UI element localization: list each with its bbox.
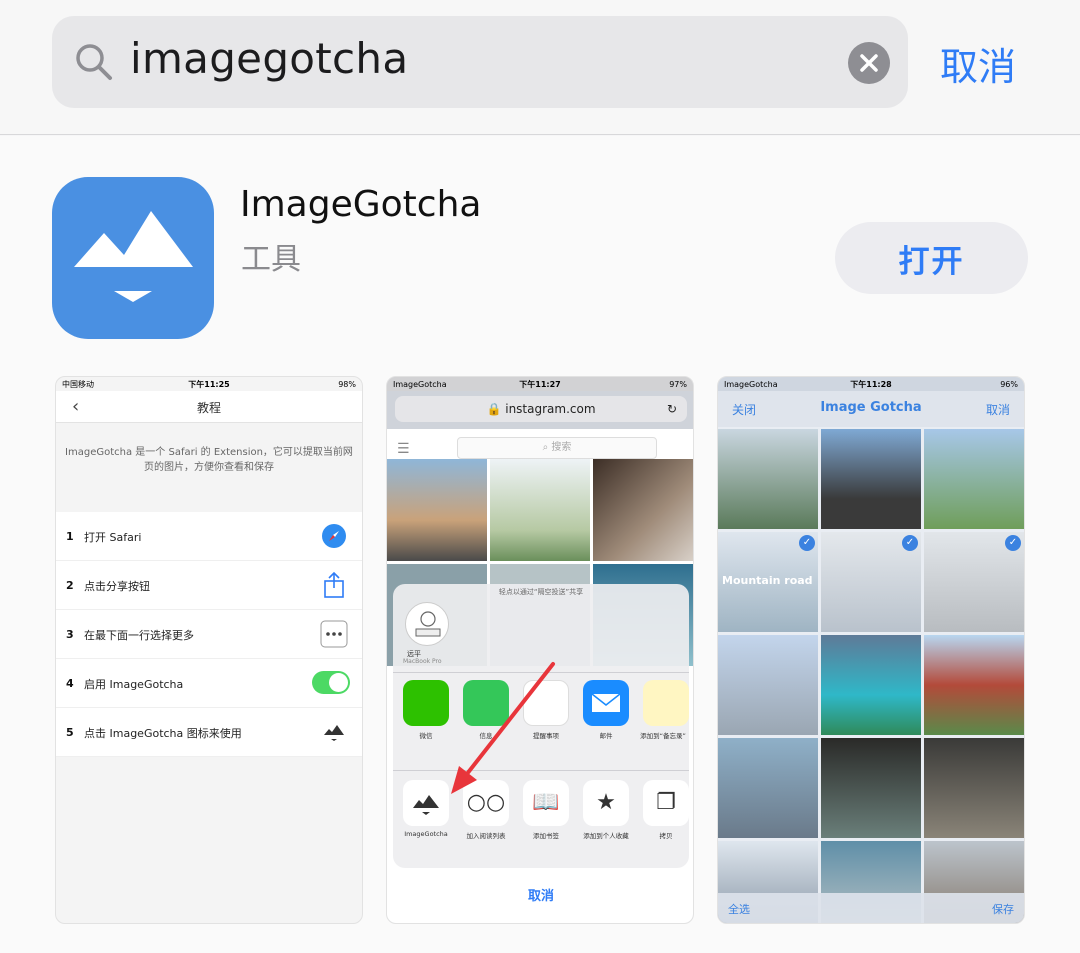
notes-icon bbox=[643, 680, 689, 726]
mountain-icon bbox=[324, 725, 344, 741]
list-item: 4 启用 ImageGotcha bbox=[56, 659, 362, 708]
app-icon[interactable] bbox=[52, 177, 214, 339]
photo-tile bbox=[821, 738, 921, 838]
status-bar: ImageGotcha 下午11:28 96% bbox=[718, 377, 1024, 391]
airdrop-avatar bbox=[405, 602, 449, 646]
search-query[interactable]: imagegotcha bbox=[130, 34, 408, 83]
clear-icon[interactable] bbox=[848, 42, 890, 84]
nav-title: 教程 bbox=[196, 401, 221, 415]
photo-tile bbox=[718, 738, 818, 838]
photo-tile: ✓ bbox=[821, 532, 921, 632]
mountain-icon bbox=[74, 211, 193, 302]
mail-icon bbox=[583, 680, 629, 726]
list-item: 1 打开 Safari bbox=[56, 512, 362, 561]
favorites-icon: ★ bbox=[583, 780, 629, 826]
photo-tile bbox=[821, 429, 921, 529]
open-button[interactable]: 打开 bbox=[835, 222, 1028, 294]
search-input[interactable]: imagegotcha bbox=[52, 16, 908, 108]
tutorial-description: ImageGotcha 是一个 Safari 的 Extension，它可以提取… bbox=[65, 447, 353, 473]
more-icon bbox=[320, 620, 348, 648]
photo-tile: Mountain road ✓ bbox=[718, 532, 818, 632]
reload-icon: ↻ bbox=[666, 402, 677, 416]
app-category: 工具 bbox=[241, 242, 301, 277]
share-icon bbox=[324, 571, 344, 598]
search-results: ImageGotcha 工具 打开 中国移动 下午11:25 98% ‹ 教程 … bbox=[0, 136, 1080, 953]
photo-tile bbox=[821, 635, 921, 735]
screenshot-image-picker[interactable]: ImageGotcha 下午11:28 96% 关闭 Image Gotcha … bbox=[717, 376, 1025, 924]
url-bar: 🔒 instagram.com ↻ bbox=[395, 396, 687, 422]
photo-tile: ✓ bbox=[924, 532, 1024, 632]
tutorial-steps: 1 打开 Safari 2 点击分享按钮 3 在最下面一行选择更多 4 启用 I… bbox=[56, 512, 362, 757]
photo-tile bbox=[924, 738, 1024, 838]
cancel-button[interactable]: 取消 bbox=[940, 36, 1016, 91]
copy-icon: ❐ bbox=[643, 780, 689, 826]
search-icon bbox=[76, 44, 112, 80]
list-item: 5 点击 ImageGotcha 图标来使用 bbox=[56, 708, 362, 757]
app-name[interactable]: ImageGotcha bbox=[240, 184, 481, 225]
bottom-toolbar: 全选 保存 bbox=[718, 893, 1024, 923]
photo-tile bbox=[718, 429, 818, 529]
toggle-switch bbox=[312, 671, 350, 694]
compass-icon bbox=[322, 524, 346, 548]
menu-icon: ☰ bbox=[397, 441, 410, 457]
nav-bar: ‹ 教程 bbox=[56, 391, 362, 423]
list-item: 2 点击分享按钮 bbox=[56, 561, 362, 610]
arrow-icon bbox=[451, 662, 555, 794]
screenshot-tutorial[interactable]: 中国移动 下午11:25 98% ‹ 教程 ImageGotcha 是一个 Sa… bbox=[55, 376, 363, 924]
status-bar: 中国移动 下午11:25 98% bbox=[62, 379, 356, 389]
share-sheet: 轻点以通过“隔空投送”共享 远平 MacBook Pro 微信 信息 提醒事项 … bbox=[393, 584, 689, 868]
photo-tile bbox=[924, 635, 1024, 735]
photo-tile bbox=[490, 459, 590, 561]
photo-tile bbox=[593, 459, 693, 561]
search-bar: imagegotcha 取消 bbox=[0, 0, 1080, 135]
share-cancel-button: 取消 bbox=[393, 877, 689, 917]
photo-tile bbox=[924, 429, 1024, 529]
checkmark-icon: ✓ bbox=[799, 535, 815, 551]
photo-tile bbox=[387, 459, 487, 561]
list-item: 3 在最下面一行选择更多 bbox=[56, 610, 362, 659]
photo-tile bbox=[718, 635, 818, 735]
nav-bar: 关闭 Image Gotcha 取消 bbox=[718, 391, 1024, 427]
lock-icon: 🔒 bbox=[486, 402, 502, 416]
status-bar: ImageGotcha 下午11:27 97% bbox=[387, 377, 693, 391]
screenshot-share-sheet[interactable]: ImageGotcha 下午11:27 97% 🔒 instagram.com … bbox=[386, 376, 694, 924]
page-search: ⌕ 搜索 bbox=[457, 437, 657, 459]
checkmark-icon: ✓ bbox=[902, 535, 918, 551]
checkmark-icon: ✓ bbox=[1005, 535, 1021, 551]
